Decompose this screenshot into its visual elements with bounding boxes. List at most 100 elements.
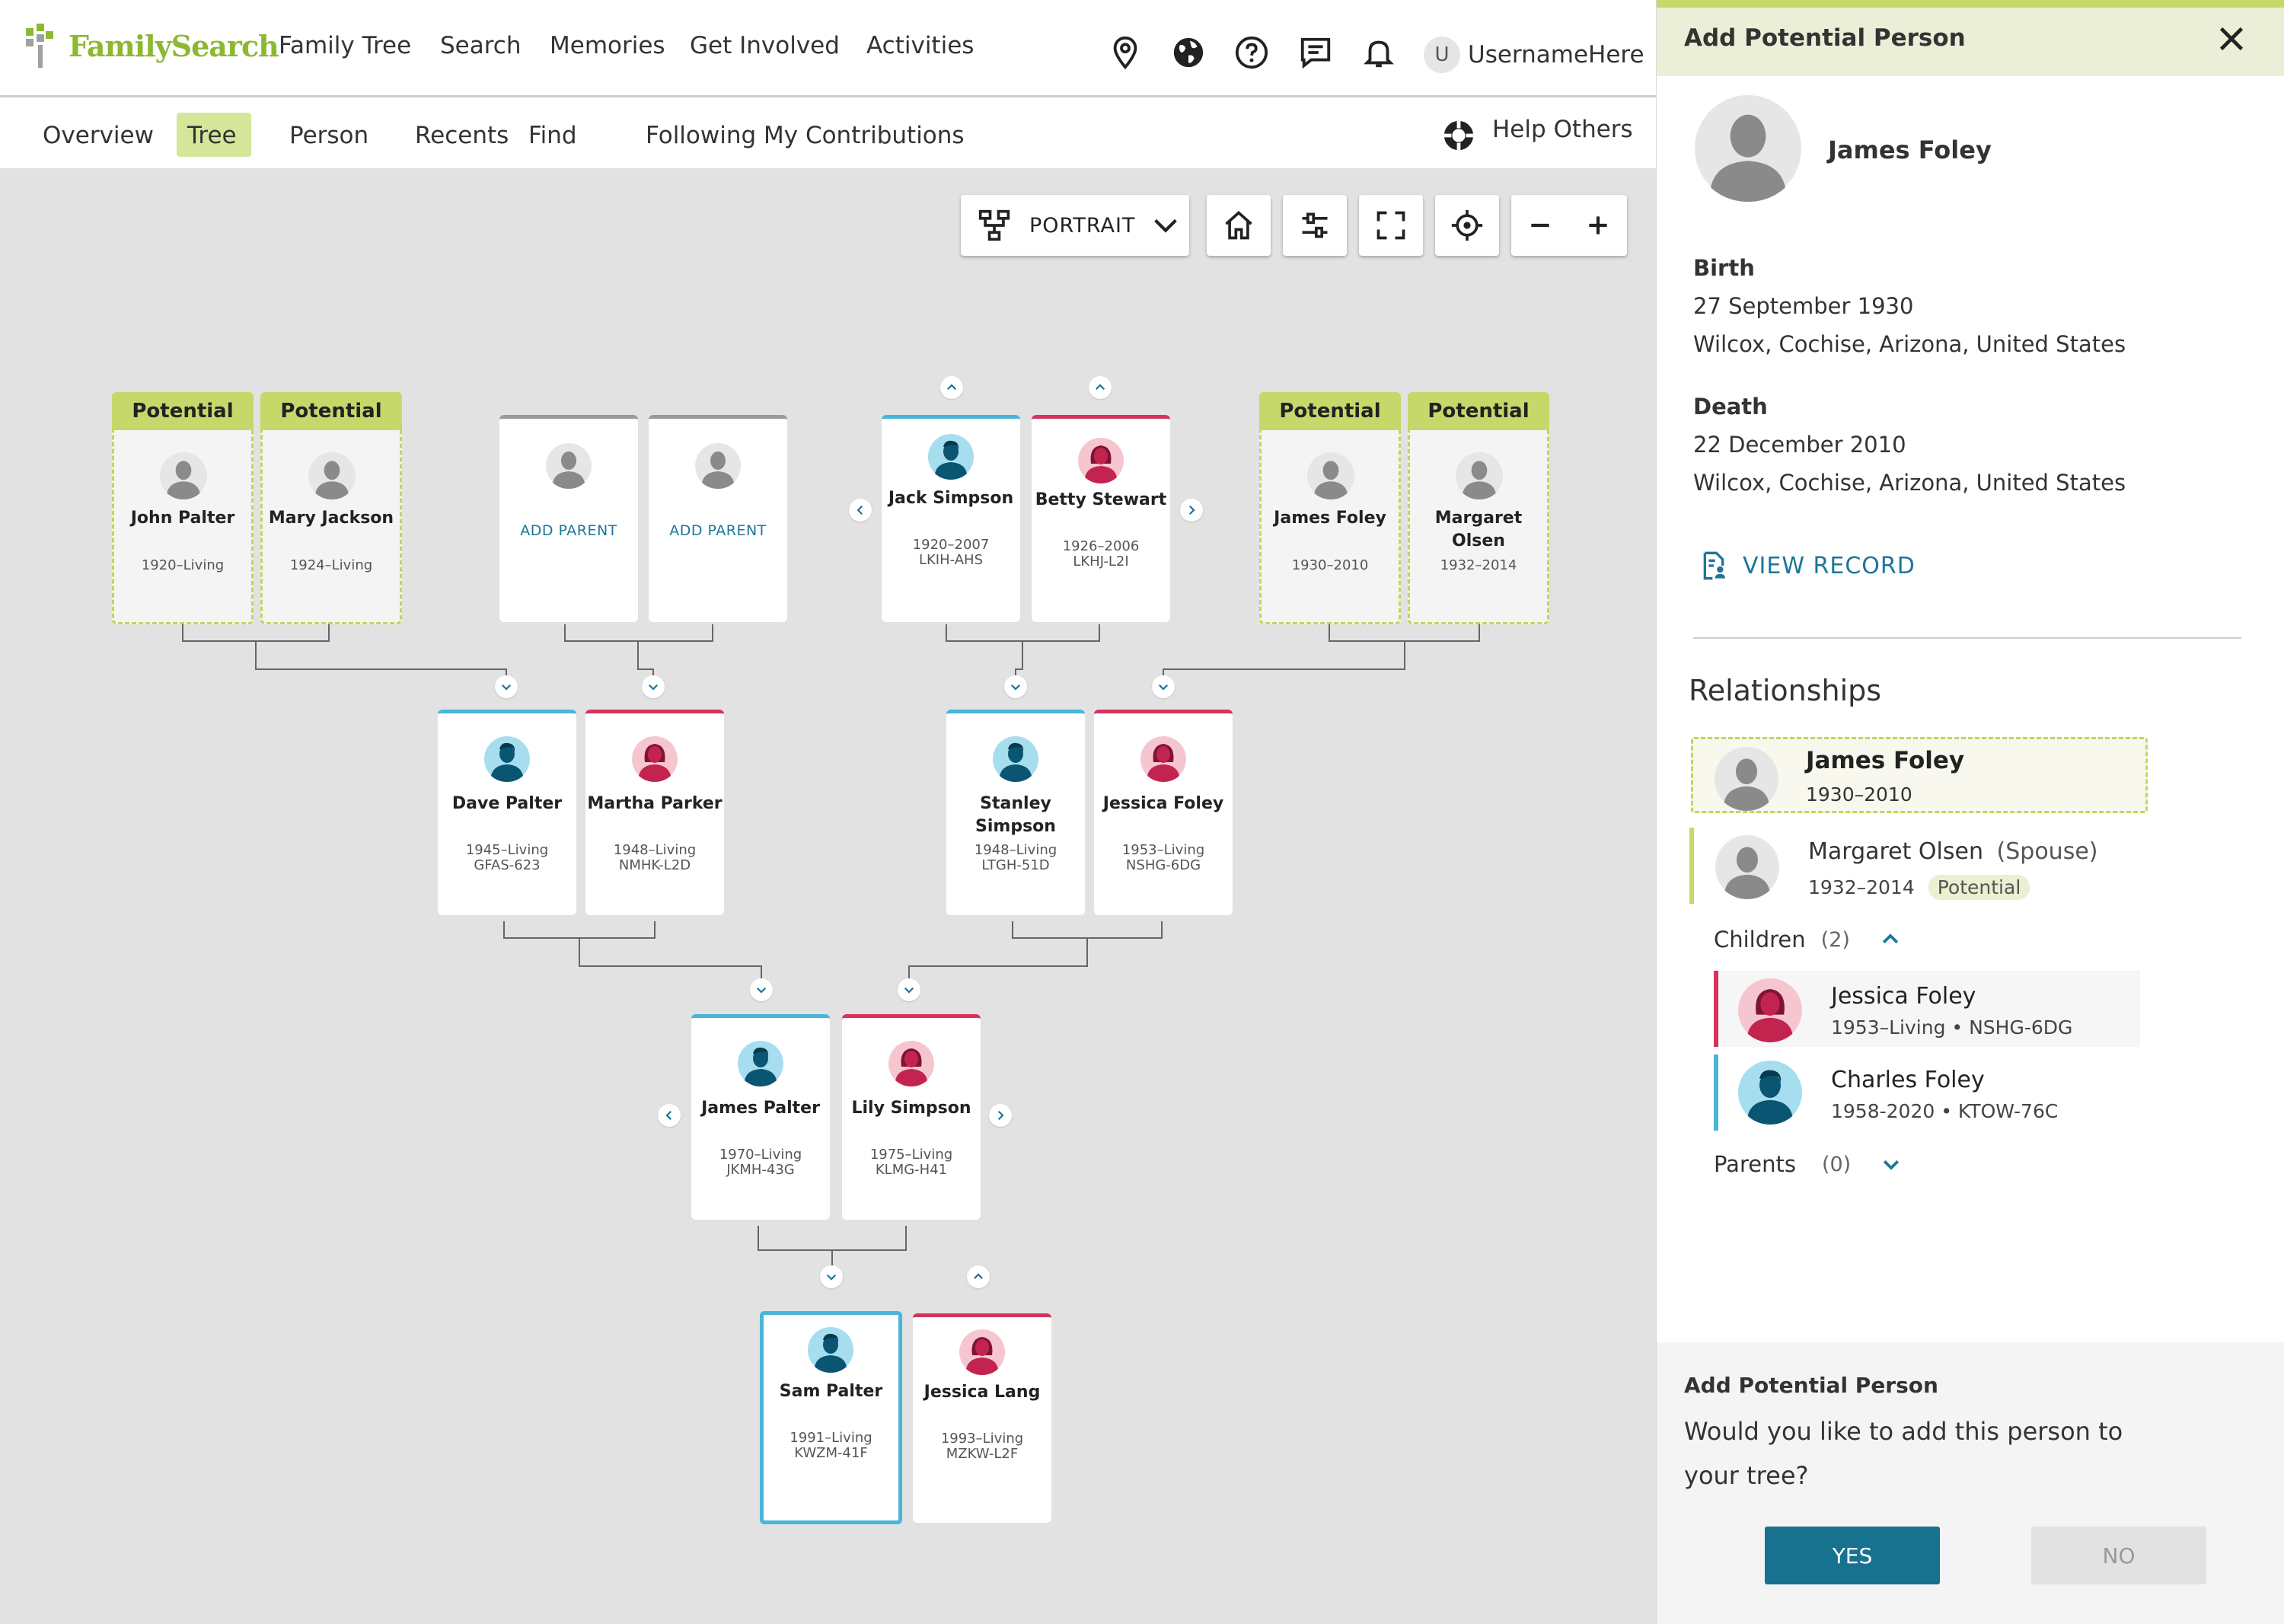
location-pin-icon[interactable] xyxy=(1108,35,1143,70)
add-parent-link[interactable]: ADD PARENT xyxy=(499,522,638,539)
focus-person-row[interactable]: James Foley 1930–2010 xyxy=(1691,737,2148,813)
home-button[interactable] xyxy=(1207,195,1271,256)
nav-family-tree[interactable]: Family Tree xyxy=(279,32,411,59)
zoom-controls xyxy=(1511,195,1627,256)
person-id: NMHK-L2D xyxy=(618,857,691,873)
child-name: Jessica Foley xyxy=(1831,983,1976,1010)
nav-get-involved[interactable]: Get Involved xyxy=(690,32,840,59)
previous-spouse-chevron[interactable] xyxy=(658,1104,681,1127)
person-card[interactable]: Stanley Simpson 1948–Living LTGH-51D xyxy=(946,710,1085,915)
expand-down-chevron[interactable] xyxy=(1004,675,1027,698)
user-avatar[interactable]: U xyxy=(1424,37,1460,73)
zoom-out-icon[interactable] xyxy=(1525,210,1555,241)
potential-header: Potential xyxy=(112,392,254,430)
potential-person-card[interactable]: Potential Mary Jackson 1924–Living xyxy=(260,392,402,624)
person-dates: 1932–2014 xyxy=(1440,557,1517,573)
avatar-unknown-icon xyxy=(1715,835,1779,899)
expand-up-chevron[interactable] xyxy=(967,1265,990,1288)
focus-person-dates: 1930–2010 xyxy=(1806,783,1912,806)
expand-down-chevron[interactable] xyxy=(750,978,773,1001)
person-card[interactable]: Jessica Lang 1993–Living MZKW-L2F xyxy=(913,1313,1051,1523)
zoom-in-icon[interactable] xyxy=(1583,210,1613,241)
bell-icon[interactable] xyxy=(1361,35,1396,70)
nav-activities[interactable]: Activities xyxy=(866,32,974,59)
add-parent-card[interactable]: ADD PARENT xyxy=(649,415,787,622)
next-spouse-chevron[interactable] xyxy=(989,1104,1012,1127)
lifebuoy-icon[interactable] xyxy=(1441,118,1476,153)
chevron-up-icon xyxy=(946,384,957,391)
child-row[interactable]: Jessica Foley 1953–Living • NSHG-6DG xyxy=(1714,971,2140,1047)
next-spouse-chevron[interactable] xyxy=(1180,499,1203,522)
recenter-button[interactable] xyxy=(1435,195,1499,256)
expand-up-chevron[interactable] xyxy=(940,376,963,399)
chevron-down-icon xyxy=(904,987,914,994)
birth-date: 27 September 1930 xyxy=(1693,293,1914,319)
no-button[interactable]: NO xyxy=(2031,1527,2206,1584)
nav-memories[interactable]: Memories xyxy=(550,32,665,59)
avatar-unknown-icon xyxy=(1715,747,1778,811)
person-card[interactable]: Martha Parker 1948–Living NMHK-L2D xyxy=(585,710,724,915)
previous-spouse-chevron[interactable] xyxy=(849,499,872,522)
fullscreen-button[interactable] xyxy=(1359,195,1423,256)
person-card[interactable]: Dave Palter 1945–Living GFAS-623 xyxy=(438,710,576,915)
tree-canvas[interactable]: PORTRAIT Potential John Palter 1920–Livi… xyxy=(0,169,1656,1624)
expand-up-chevron[interactable] xyxy=(1089,376,1112,399)
settings-button[interactable] xyxy=(1283,195,1347,256)
expand-down-chevron[interactable] xyxy=(1152,675,1175,698)
potential-header: Potential xyxy=(260,392,402,430)
yes-button[interactable]: YES xyxy=(1765,1527,1940,1584)
parents-toggle[interactable]: Parents (0) xyxy=(1714,1151,1903,1177)
expand-down-chevron[interactable] xyxy=(898,978,920,1001)
potential-person-card[interactable]: Potential Margaret Olsen 1932–2014 xyxy=(1408,392,1549,624)
tab-person[interactable]: Person xyxy=(289,122,368,149)
close-icon[interactable] xyxy=(2214,21,2249,56)
person-card[interactable]: Jessica Foley 1953–Living NSHG-6DG xyxy=(1094,710,1233,915)
person-name: Betty Stewart xyxy=(1035,490,1167,509)
prompt-text: Would you like to add this person to you… xyxy=(1684,1417,2123,1490)
chevron-right-icon xyxy=(997,1110,1004,1121)
person-card[interactable]: Lily Simpson 1975–Living KLMG-H41 xyxy=(842,1014,981,1220)
expand-down-chevron[interactable] xyxy=(642,675,665,698)
person-card[interactable]: Jack Simpson 1920–2007 LKIH-AHS xyxy=(882,415,1020,622)
tab-following[interactable]: Following xyxy=(646,122,756,149)
person-card[interactable]: Betty Stewart 1926–2006 LKHJ-L2I xyxy=(1032,415,1170,622)
birth-place: Wilcox, Cochise, Arizona, United States xyxy=(1693,331,2126,357)
person-dates: 1920–Living xyxy=(141,557,225,573)
panel-header: Add Potential Person xyxy=(1657,0,2284,76)
add-parent-link[interactable]: ADD PARENT xyxy=(649,522,787,539)
view-record-link[interactable]: VIEW RECORD xyxy=(1699,550,1916,581)
nav-search[interactable]: Search xyxy=(440,32,522,59)
globe-icon[interactable] xyxy=(1171,35,1206,70)
add-potential-person-panel: Add Potential Person James Foley Birth 2… xyxy=(1656,0,2284,1624)
tab-tree[interactable]: Tree xyxy=(187,122,237,149)
person-card[interactable]: James Palter 1970–Living JKMH-43G xyxy=(691,1014,830,1220)
spouse-row[interactable]: Margaret Olsen (Spouse) 1932–2014 Potent… xyxy=(1689,828,2146,904)
children-count: (2) xyxy=(1820,927,1850,952)
person-dates: 1948–Living xyxy=(613,842,697,858)
person-dates: 1924–Living xyxy=(289,557,373,573)
tab-find[interactable]: Find xyxy=(528,122,577,149)
potential-header: Potential xyxy=(1259,392,1401,430)
children-toggle[interactable]: Children (2) xyxy=(1714,927,1902,952)
tab-my-contributions[interactable]: My Contributions xyxy=(764,122,965,149)
chevron-down-icon xyxy=(1158,684,1169,691)
person-id: LKIH-AHS xyxy=(918,552,984,568)
chat-icon[interactable] xyxy=(1298,35,1333,70)
avatar-female-icon xyxy=(1738,978,1802,1042)
view-mode-dropdown[interactable]: PORTRAIT xyxy=(961,195,1189,256)
potential-person-card[interactable]: Potential James Foley 1930–2010 xyxy=(1259,392,1401,624)
child-row[interactable]: Charles Foley 1958-2020 • KTOW-76C xyxy=(1714,1054,2140,1131)
focus-person-card[interactable]: Sam Palter 1991–Living KWZM-41F xyxy=(760,1311,902,1524)
username[interactable]: UsernameHere xyxy=(1468,41,1644,69)
expand-down-chevron[interactable] xyxy=(495,675,518,698)
expand-down-chevron[interactable] xyxy=(820,1265,843,1288)
prompt-title: Add Potential Person xyxy=(1684,1373,1938,1398)
add-parent-card[interactable]: ADD PARENT xyxy=(499,415,638,622)
familysearch-logo[interactable]: FamilySearch xyxy=(23,15,279,76)
help-circle-icon[interactable] xyxy=(1234,35,1269,70)
tab-recents[interactable]: Recents xyxy=(415,122,509,149)
help-others-link[interactable]: Help Others xyxy=(1492,116,1633,143)
tab-overview[interactable]: Overview xyxy=(43,122,154,149)
chevron-up-icon xyxy=(1095,384,1105,391)
potential-person-card[interactable]: Potential John Palter 1920–Living xyxy=(112,392,254,624)
